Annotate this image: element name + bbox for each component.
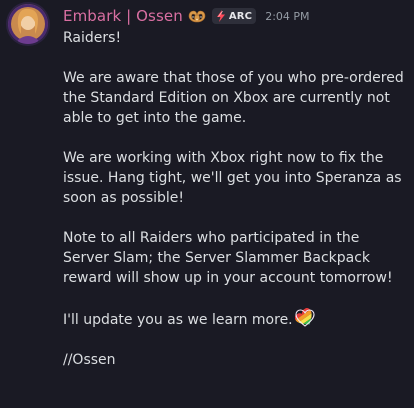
message-header: Embark | Ossen ARC 2:04 PM bbox=[63, 6, 310, 26]
greeting: Raiders! bbox=[63, 30, 122, 46]
chat-message: Embark | Ossen ARC 2:04 PM Raiders! We a… bbox=[0, 0, 414, 408]
message-content: Raiders! We are aware that those of you … bbox=[63, 28, 408, 390]
timestamp[interactable]: 2:04 PM bbox=[265, 10, 309, 23]
message-paragraph: Note to all Raiders who participated in … bbox=[63, 230, 393, 286]
username[interactable]: Embark | Ossen bbox=[63, 7, 183, 25]
pretzel-icon bbox=[188, 9, 206, 23]
rainbow-heart-icon[interactable] bbox=[292, 306, 317, 330]
lightning-bolt-icon bbox=[215, 10, 227, 22]
server-tag[interactable]: ARC bbox=[211, 8, 257, 24]
message-paragraph: We are aware that those of you who pre-o… bbox=[63, 70, 404, 126]
server-tag-label: ARC bbox=[228, 10, 253, 22]
signoff: //Ossen bbox=[63, 352, 116, 368]
avatar[interactable] bbox=[8, 4, 48, 44]
message-paragraph-with-emoji: I'll update you as we learn more. bbox=[63, 306, 408, 330]
message-paragraph: I'll update you as we learn more. bbox=[63, 312, 293, 328]
message-paragraph: We are working with Xbox right now to fi… bbox=[63, 150, 402, 206]
